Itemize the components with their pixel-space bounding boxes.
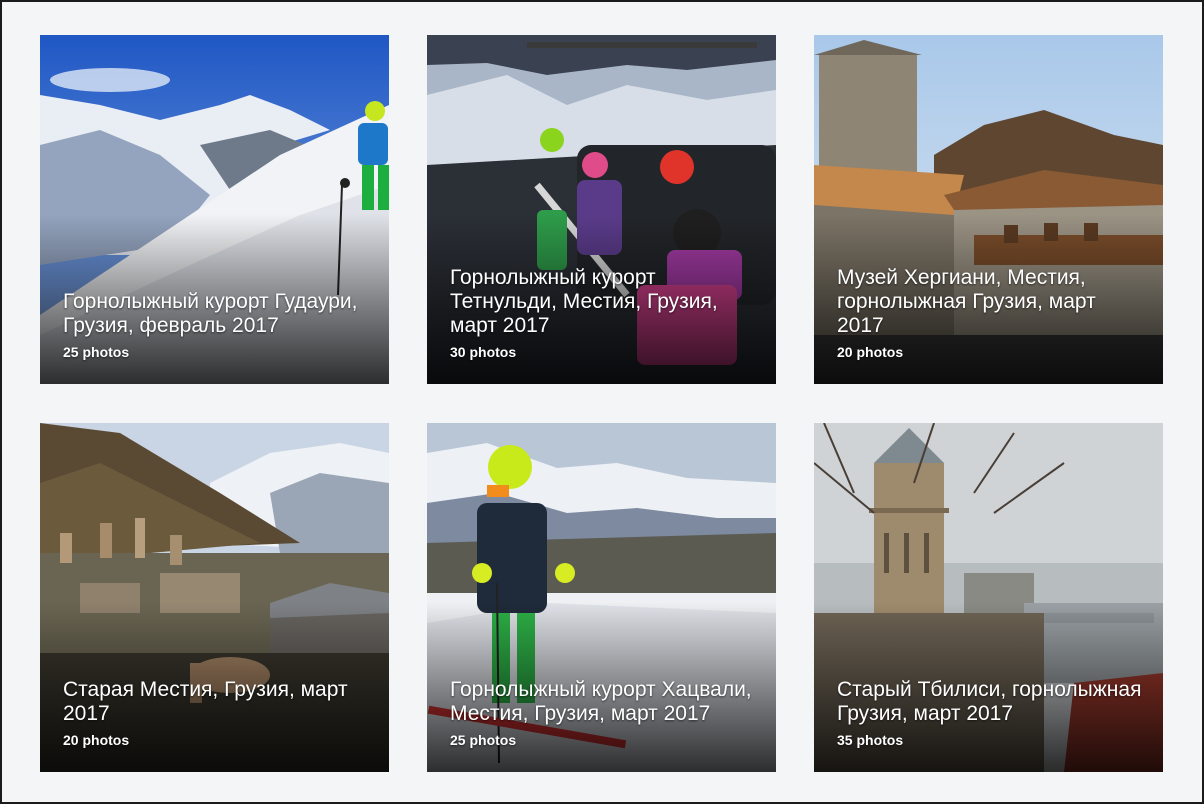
album-card-body[interactable]: Музей Хергиани, Местия, горнолыжная Груз… [814, 35, 1163, 384]
album-photo-count: 20 photos [837, 344, 904, 360]
album-caption: Старый Тбилиси, горнолыжная Грузия, март… [837, 678, 1143, 748]
album-card-body[interactable]: Горнолыжный курорт Гудаури, Грузия, февр… [40, 35, 389, 384]
album-caption: Горнолыжный курорт Хацвали, Местия, Груз… [450, 678, 756, 748]
album-caption: Старая Местия, Грузия, март 2017 20 phot… [63, 678, 369, 748]
album-card-body[interactable]: Горнолыжный курорт Тетнульди, Местия, Гр… [427, 35, 776, 384]
album-photo-count: 25 photos [450, 732, 517, 748]
album-card-body[interactable]: Старый Тбилиси, горнолыжная Грузия, март… [814, 423, 1163, 772]
album-photo-count: 20 photos [63, 732, 130, 748]
album-grid: Горнолыжный курорт Гудаури, Грузия, февр… [0, 0, 1204, 804]
album-photo-count: 25 photos [63, 344, 130, 360]
album-title[interactable]: Горнолыжный курорт Гудаури, Грузия, февр… [63, 290, 369, 338]
album-photo-count: 30 photos [450, 344, 517, 360]
album-title[interactable]: Горнолыжный курорт Тетнульди, Местия, Гр… [450, 266, 756, 338]
album-title[interactable]: Старый Тбилиси, горнолыжная Грузия, март… [837, 678, 1143, 726]
album-caption: Горнолыжный курорт Тетнульди, Местия, Гр… [450, 266, 756, 360]
album-caption: Горнолыжный курорт Гудаури, Грузия, февр… [63, 290, 369, 360]
album-title[interactable]: Музей Хергиани, Местия, горнолыжная Груз… [837, 266, 1143, 338]
album-card-body[interactable]: Старая Местия, Грузия, март 2017 20 phot… [40, 423, 389, 772]
album-caption: Музей Хергиани, Местия, горнолыжная Груз… [837, 266, 1143, 360]
album-card-body[interactable]: Горнолыжный курорт Хацвали, Местия, Груз… [427, 423, 776, 772]
album-title[interactable]: Старая Местия, Грузия, март 2017 [63, 678, 369, 726]
album-photo-count: 35 photos [837, 732, 904, 748]
album-title[interactable]: Горнолыжный курорт Хацвали, Местия, Груз… [450, 678, 756, 726]
